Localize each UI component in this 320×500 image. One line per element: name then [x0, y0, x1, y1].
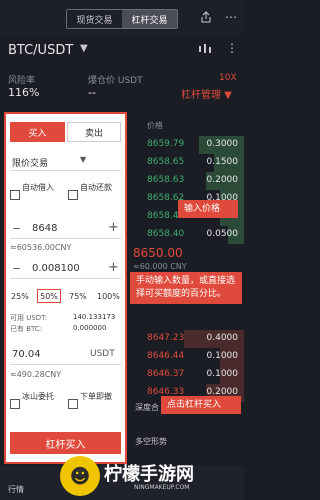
pct-25-button[interactable]: 25%: [11, 292, 29, 301]
tab-spot[interactable]: 现货交易: [67, 10, 122, 28]
watermark-url: NINGMAKEUP.COM: [134, 484, 190, 491]
tab-margin[interactable]: 杠杆交易: [122, 10, 177, 28]
book-price-header: 价格: [147, 121, 163, 130]
price-callout: 输入价格: [178, 200, 238, 218]
total-input[interactable]: 70.04: [12, 349, 41, 360]
share-icon[interactable]: [200, 11, 212, 23]
settings-icon[interactable]: ⋮: [226, 41, 238, 55]
order-qty: 0.1500: [206, 157, 239, 167]
ask-row[interactable]: 8659.79 0.3000: [131, 136, 244, 154]
auto-repay-checkbox[interactable]: [68, 190, 78, 200]
liq-price-label: 爆仓价 USDT: [88, 76, 143, 86]
buy-callout: 点击杠杆买入: [161, 396, 241, 414]
order-type-caret-icon: ▼: [80, 155, 87, 164]
amount-minus-button[interactable]: −: [12, 262, 21, 275]
order-price: 8658.65: [147, 157, 185, 167]
pair-name[interactable]: BTC/USDT: [8, 43, 73, 58]
borrowed-value: 0.000000: [73, 324, 107, 332]
pct-75-button[interactable]: 75%: [69, 292, 87, 301]
iceberg-checkbox[interactable]: [10, 399, 20, 409]
trade-tabs: 现货交易 杠杆交易: [66, 9, 178, 29]
amount-callout: 手动输入数量，或直接选择可买额度的百分比。: [130, 272, 242, 304]
amount-input[interactable]: 0.008100: [32, 263, 80, 274]
total-unit: USDT: [90, 349, 115, 359]
auto-borrow-checkbox[interactable]: [10, 190, 20, 200]
order-form: 买入 卖出 限价交易 ▼ 自动借入 自动还款 − 8648 + ≈60536.0…: [4, 112, 127, 464]
ask-row[interactable]: 8658.65 0.1500: [131, 154, 244, 172]
place-now-label: 下单即撤: [80, 392, 112, 401]
price-minus-button[interactable]: −: [12, 222, 21, 235]
total-cny: ≈490.28CNY: [10, 370, 62, 379]
bid-row[interactable]: 8647.23 0.4000: [131, 330, 244, 348]
auto-repay-label: 自动还款: [80, 183, 112, 192]
pct-50-button[interactable]: 50%: [37, 289, 61, 303]
risk-label: 风险率: [8, 76, 36, 86]
order-qty: 0.0500: [206, 229, 239, 239]
price-plus-button[interactable]: +: [108, 220, 119, 235]
order-price: 8646.44: [147, 351, 185, 361]
lemon-logo-icon: ☻: [60, 456, 100, 496]
order-price: 8647.23: [147, 333, 185, 343]
available-value: 140.133173: [73, 313, 116, 321]
order-price: 8646.37: [147, 369, 185, 379]
bid-row[interactable]: 8646.37 0.1000: [131, 366, 244, 384]
leverage-manage-button[interactable]: 杠杆管理 ▼: [181, 86, 232, 101]
ask-row[interactable]: 8658.63 0.2000: [131, 172, 244, 190]
order-qty: 0.2000: [206, 175, 239, 185]
order-qty: 0.1000: [206, 351, 239, 361]
long-short-label: 多空形势: [135, 437, 167, 446]
borrowed-label: 已有 BTC:: [10, 325, 43, 333]
sell-tab[interactable]: 卖出: [67, 122, 121, 142]
order-type-select[interactable]: 限价交易: [12, 156, 48, 169]
amount-plus-button[interactable]: +: [108, 260, 119, 275]
price-input[interactable]: 8648: [32, 223, 57, 234]
price-cny: ≈60536.00CNY: [10, 243, 72, 252]
liq-price-value: --: [88, 86, 96, 99]
bottom-trade-label[interactable]: 行情: [8, 484, 24, 495]
pair-caret-icon[interactable]: ▼: [80, 43, 88, 54]
order-qty: 0.3000: [206, 139, 239, 149]
mid-price-cny: ≈60.000 CNY: [133, 262, 187, 271]
pct-100-button[interactable]: 100%: [97, 292, 120, 301]
order-qty: 0.1000: [206, 369, 239, 379]
risk-value: 116%: [8, 86, 40, 99]
leverage-badge: 10X: [219, 73, 237, 83]
order-qty: 0.4000: [206, 333, 239, 343]
auto-borrow-label: 自动借入: [22, 183, 54, 192]
available-label: 可用 USDT:: [10, 314, 48, 322]
order-price: 8659.79: [147, 139, 185, 149]
place-now-checkbox[interactable]: [68, 399, 78, 409]
mid-price: 8650.00: [133, 246, 183, 260]
order-price: 8658.63: [147, 175, 185, 185]
watermark-name: 柠檬手游网: [104, 464, 194, 485]
buy-tab[interactable]: 买入: [10, 122, 65, 142]
kline-chart-icon[interactable]: [198, 43, 212, 55]
margin-buy-button[interactable]: 杠杆买入: [10, 432, 121, 454]
iceberg-label: 冰山委托: [22, 392, 54, 401]
more-icon[interactable]: ⋯: [225, 10, 237, 24]
ask-row[interactable]: 8658.40 0.0500: [131, 226, 244, 244]
bid-row[interactable]: 8646.44 0.1000: [131, 348, 244, 366]
depth-selector[interactable]: 深度合: [135, 402, 159, 413]
order-price: 8658.40: [147, 229, 185, 239]
